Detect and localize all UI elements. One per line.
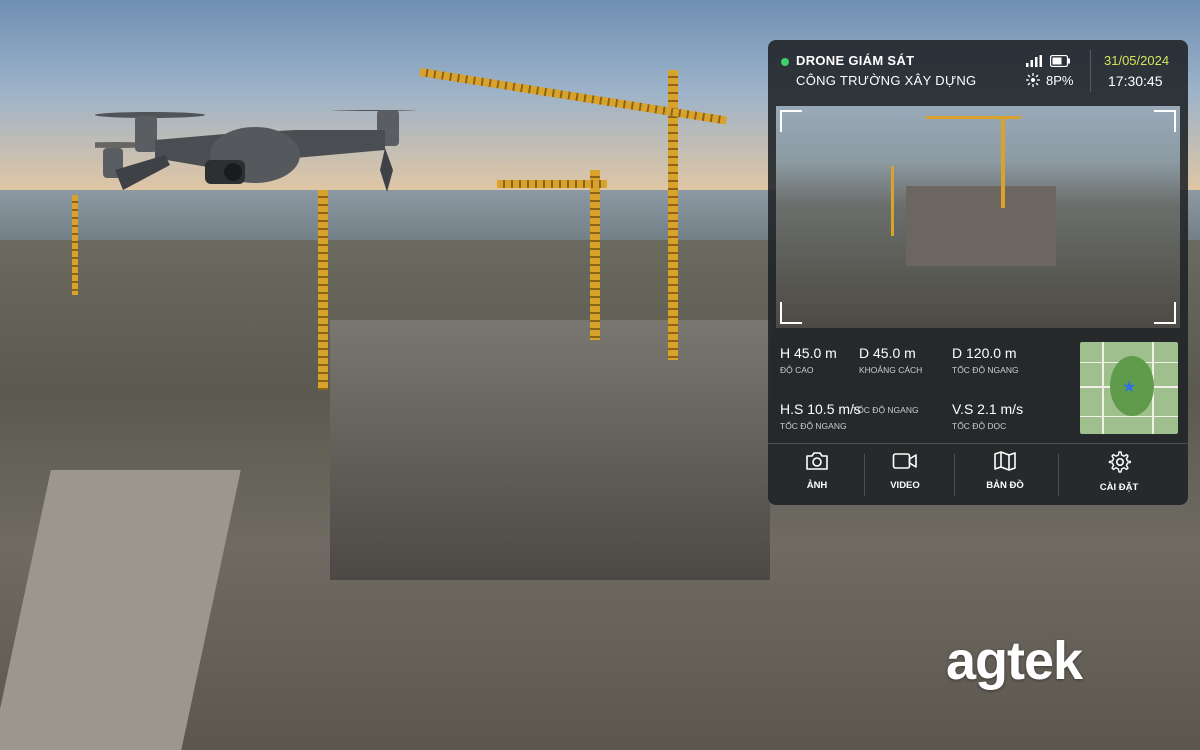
stat-horizontal-speed: H.S 10.5 m/s TỐC ĐỘ NGANG — [780, 401, 861, 431]
frame-corner — [780, 302, 802, 324]
stat-distance: D 45.0 m KHOẢNG CÁCH — [859, 345, 922, 375]
stat-distance-2: D 120.0 m TỐC ĐỘ NGANG — [952, 345, 1019, 375]
stat-vertical-speed: V.S 2.1 m/s TỐC ĐỘ DỌC — [952, 401, 1023, 431]
header-divider — [1090, 50, 1091, 92]
settings-label: CÀI ĐẶT — [1099, 482, 1139, 493]
h-speed-label: TỐC ĐỘ NGANG — [780, 421, 847, 431]
map-icon — [994, 451, 1016, 471]
map-button[interactable]: BẢN ĐỒ — [960, 450, 1050, 500]
minimap-road — [1102, 342, 1104, 434]
time-readout: 17:30:45 — [1108, 73, 1163, 89]
battery-percentage: 8P% — [1046, 73, 1074, 88]
photo-label: ẢNH — [806, 480, 828, 491]
brand-logo: agtek — [946, 631, 1083, 691]
viewport-building — [906, 186, 1056, 266]
viewport-crane — [891, 166, 894, 236]
crane-mast — [318, 190, 328, 390]
toolbar-divider — [768, 443, 1188, 444]
frame-corner — [1154, 110, 1176, 132]
height-label: ĐỘ CAO — [780, 365, 814, 375]
distance-label: KHOẢNG CÁCH — [859, 365, 923, 375]
crane-mast — [590, 170, 600, 340]
minimap[interactable]: ★ — [1080, 342, 1178, 434]
hud-title: DRONE GIÁM SÁT — [796, 53, 915, 68]
gear-icon — [1108, 451, 1131, 473]
settings-button[interactable]: CÀI ĐẶT — [1074, 450, 1164, 500]
toolbar-separator — [1058, 454, 1059, 496]
crane-jib — [497, 180, 607, 188]
viewport-crane — [1001, 118, 1005, 208]
toolbar-separator — [954, 454, 955, 496]
map-label: BẢN ĐỒ — [986, 480, 1024, 491]
stat-horizontal-speed-dup: TỐC ĐỘ NGANG — [852, 401, 919, 415]
date-readout: 31/05/2024 — [1104, 53, 1170, 68]
frame-corner — [780, 110, 802, 132]
drone-icon — [95, 110, 415, 192]
height-value: H 45.0 m — [780, 345, 837, 361]
h-speed-value: H.S 10.5 m/s — [780, 401, 861, 417]
v-speed-label: TỐC ĐỘ DỌC — [952, 421, 1007, 431]
hud-header: DRONE GIÁM SÁT CÔNG TRƯỜNG XÂY DỰNG 8P% … — [768, 40, 1188, 100]
camera-viewport[interactable] — [776, 106, 1180, 328]
signal-icon — [1026, 55, 1042, 67]
building-under-construction — [330, 320, 770, 580]
v-speed-value: V.S 2.1 m/s — [952, 401, 1024, 417]
minimap-road — [1080, 416, 1178, 417]
satellite-icon — [1026, 73, 1040, 87]
video-camera-icon — [892, 453, 917, 469]
viewport-crane — [926, 116, 1021, 119]
photo-button[interactable]: ẢNH — [772, 450, 862, 500]
status-dot — [781, 58, 789, 66]
stat-height: H 45.0 m ĐỘ CAO — [780, 345, 837, 375]
drone-hud-panel: DRONE GIÁM SÁT CÔNG TRƯỜNG XÂY DỰNG 8P% … — [768, 40, 1188, 505]
battery-icon — [1050, 55, 1070, 67]
h-speed-dup-label: TỐC ĐỘ NGANG — [852, 405, 919, 415]
distance2-label: TỐC ĐỘ NGANG — [952, 365, 1019, 375]
hud-subtitle: CÔNG TRƯỜNG XÂY DỰNG — [796, 73, 977, 88]
camera-icon — [806, 452, 828, 470]
frame-corner — [1154, 302, 1176, 324]
video-label: VIDEO — [890, 480, 920, 491]
distance2-value: D 120.0 m — [952, 345, 1017, 361]
distance-value: D 45.0 m — [859, 345, 916, 361]
video-button[interactable]: VIDEO — [860, 450, 950, 500]
location-pin-icon: ★ — [1122, 379, 1137, 396]
crane-mast — [72, 195, 78, 295]
